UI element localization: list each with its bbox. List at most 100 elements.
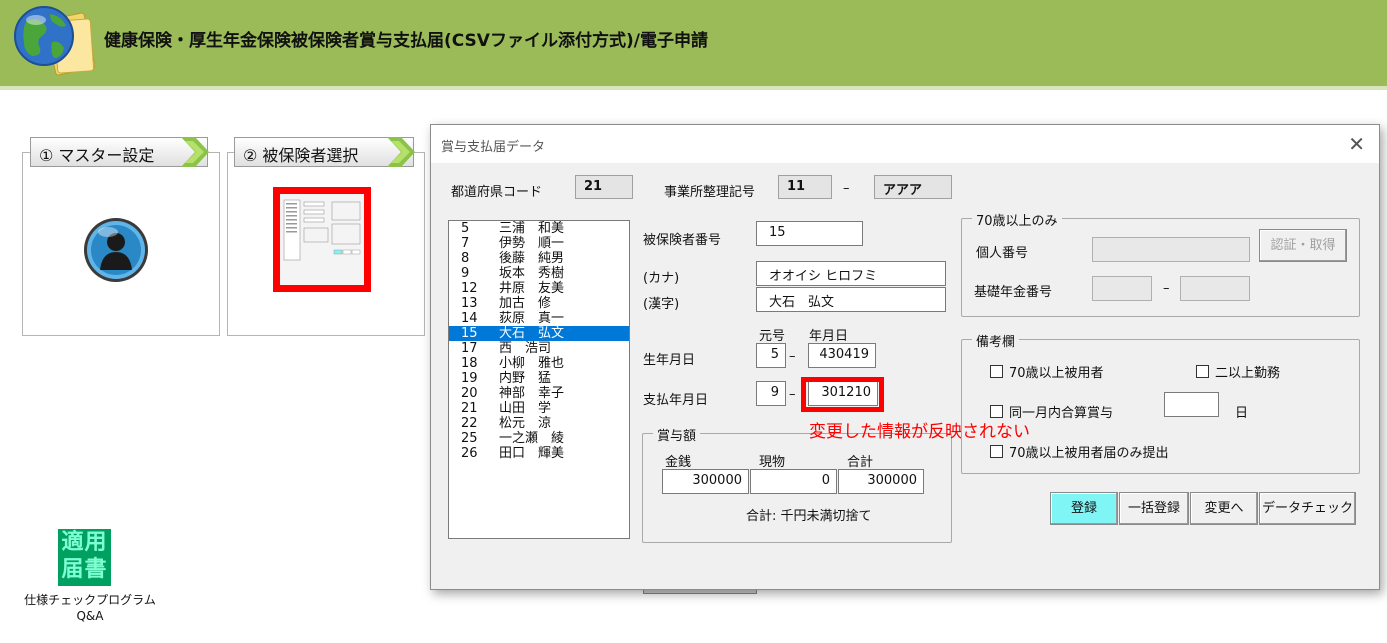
register-button[interactable]: 登録 <box>1050 492 1118 525</box>
list-item-name: 坂本 秀樹 <box>499 266 565 281</box>
checkbox-box <box>990 445 1003 458</box>
chevron-right-icon <box>181 137 209 167</box>
over70-only-checkbox-label: 70歳以上被用者届のみ提出 <box>1009 446 1169 461</box>
change-button[interactable]: 変更へ <box>1190 492 1258 525</box>
bonus-payment-dialog: 賞与支払届データ ✕ 都道府県コード 21 事業所整理記号 11 – アアア 5… <box>430 124 1380 590</box>
office-code-field: 11 <box>778 175 832 199</box>
insured-listbox[interactable]: 5 三浦 和美 7 伊勢 順一 8 後藤 純男 9 坂本 秀樹 12 井原 友美 13 加古 修 14 荻… <box>448 220 630 539</box>
birth-date-label: 生年月日 <box>643 353 696 368</box>
over70-checkbox[interactable]: 70歳以上被用者 <box>990 362 1104 381</box>
total-label: 合計 <box>847 455 874 470</box>
close-icon[interactable]: ✕ <box>1348 132 1365 156</box>
cash-label: 金銭 <box>665 455 692 470</box>
office-code-dash: – <box>843 181 850 196</box>
remarks-group-title: 備考欄 <box>972 331 1020 350</box>
auth-acquire-button[interactable]: 認証・取得 <box>1259 229 1347 262</box>
list-item-number: 9 <box>461 266 470 281</box>
list-item-name: 伊勢 順一 <box>499 236 565 251</box>
list-item-number: 21 <box>461 401 478 416</box>
app-header: 健康保険・厚生年金保険被保険者賞与支払届(CSVファイル添付方式)/電子申請 <box>0 0 1387 86</box>
kanji-name-input[interactable]: 大石 弘文 <box>756 287 946 312</box>
checkbox-box <box>990 405 1003 418</box>
list-item[interactable]: 20 神部 幸子 <box>449 386 629 401</box>
list-item-number: 13 <box>461 296 478 311</box>
insured-form-thumbnail[interactable] <box>273 187 371 292</box>
over70-only-checkbox[interactable]: 70歳以上被用者届のみ提出 <box>990 442 1169 461</box>
checkbox-box <box>1196 365 1209 378</box>
office-code-label: 事業所整理記号 <box>664 185 756 200</box>
list-item-name: 西 浩司 <box>499 341 552 356</box>
list-item-name: 山田 学 <box>499 401 552 416</box>
list-item-number: 18 <box>461 356 478 371</box>
list-item-name: 後藤 純男 <box>499 251 565 266</box>
step-insured-selection-tab[interactable]: ② 被保険者選択 <box>234 137 415 167</box>
pref-code-field: 21 <box>575 175 633 199</box>
kana-name-input[interactable]: オオイシ ヒロフミ <box>756 261 946 286</box>
list-item[interactable]: 12 井原 友美 <box>449 281 629 296</box>
pension-no-input-1[interactable] <box>1092 276 1152 301</box>
data-check-button[interactable]: データチェック <box>1259 492 1356 525</box>
list-item-name: 三浦 和美 <box>499 221 565 236</box>
cash-input[interactable]: 300000 <box>662 469 749 494</box>
day-unit-label: 日 <box>1235 406 1249 421</box>
list-item-number: 12 <box>461 281 478 296</box>
user-avatar-icon[interactable] <box>82 216 150 284</box>
office-name-field: アアア <box>874 175 952 199</box>
list-item[interactable]: 21 山田 学 <box>449 401 629 416</box>
over70-checkbox-label: 70歳以上被用者 <box>1009 366 1104 381</box>
list-item[interactable]: 19 内野 猛 <box>449 371 629 386</box>
header-divider <box>0 86 1387 90</box>
pension-no-input-2[interactable] <box>1180 276 1250 301</box>
spec-check-program-label: 仕様チェックプログラム <box>24 593 156 607</box>
list-item[interactable]: 9 坂本 秀樹 <box>449 266 629 281</box>
multi-employment-checkbox[interactable]: 二以上勤務 <box>1196 362 1280 381</box>
birth-date-input[interactable]: 430419 <box>808 343 876 368</box>
step-master-settings-tab[interactable]: ① マスター設定 <box>30 137 209 167</box>
list-item[interactable]: 8 後藤 純男 <box>449 251 629 266</box>
badge-line-1: 適用 <box>61 530 108 555</box>
list-item[interactable]: 18 小柳 雅也 <box>449 356 629 371</box>
birth-dash: – <box>789 349 796 364</box>
list-item-number: 19 <box>461 371 478 386</box>
same-month-bonus-checkbox-label: 同一月内合算賞与 <box>1009 406 1114 421</box>
ymd-header: 年月日 <box>809 329 849 344</box>
list-item-name: 荻原 真一 <box>499 311 565 326</box>
goods-input[interactable]: 0 <box>750 469 837 494</box>
multi-employment-checkbox-label: 二以上勤務 <box>1215 366 1281 381</box>
list-item[interactable]: 14 荻原 真一 <box>449 311 629 326</box>
form-spec-badge[interactable]: 適用 届書 <box>58 529 111 586</box>
payment-era-input[interactable]: 9 <box>756 381 786 406</box>
list-item[interactable]: 13 加古 修 <box>449 296 629 311</box>
total-note: 合計: 千円未満切捨て <box>746 509 872 524</box>
bonus-group-title: 賞与額 <box>653 425 701 444</box>
list-item-number: 22 <box>461 416 478 431</box>
app-title: 健康保険・厚生年金保険被保険者賞与支払届(CSVファイル添付方式)/電子申請 <box>104 31 708 51</box>
insured-no-input[interactable]: 15 <box>756 221 863 246</box>
form-preview-icon <box>280 194 364 285</box>
list-item-number: 17 <box>461 341 478 356</box>
list-item-name: 大石 弘文 <box>499 326 565 341</box>
pension-no-dash: – <box>1163 281 1170 296</box>
list-item[interactable]: 26 田口 輝美 <box>449 446 629 461</box>
list-item-name: 神部 幸子 <box>499 386 565 401</box>
list-item[interactable]: 15 大石 弘文 <box>449 326 629 341</box>
list-item-number: 25 <box>461 431 478 446</box>
pension-no-label: 基礎年金番号 <box>974 285 1053 300</box>
personal-no-input[interactable] <box>1092 237 1250 262</box>
list-item[interactable]: 17 西 浩司 <box>449 341 629 356</box>
personal-no-label: 個人番号 <box>976 246 1029 261</box>
bulk-register-button[interactable]: 一括登録 <box>1119 492 1189 525</box>
list-item-name: 加古 修 <box>499 296 552 311</box>
list-item[interactable]: 25 一之瀬 綾 <box>449 431 629 446</box>
list-item[interactable]: 22 松元 涼 <box>449 416 629 431</box>
list-item-number: 5 <box>461 221 470 236</box>
era-header: 元号 <box>759 329 786 344</box>
birth-era-input[interactable]: 5 <box>756 343 786 368</box>
spec-check-label[interactable]: 仕様チェックプログラム Q&A <box>20 592 160 624</box>
same-month-day-input[interactable] <box>1164 392 1219 417</box>
total-input[interactable]: 300000 <box>838 469 924 494</box>
checkbox-box <box>990 365 1003 378</box>
list-item[interactable]: 7 伊勢 順一 <box>449 236 629 251</box>
list-item[interactable]: 5 三浦 和美 <box>449 221 629 236</box>
same-month-bonus-checkbox[interactable]: 同一月内合算賞与 <box>990 402 1113 421</box>
